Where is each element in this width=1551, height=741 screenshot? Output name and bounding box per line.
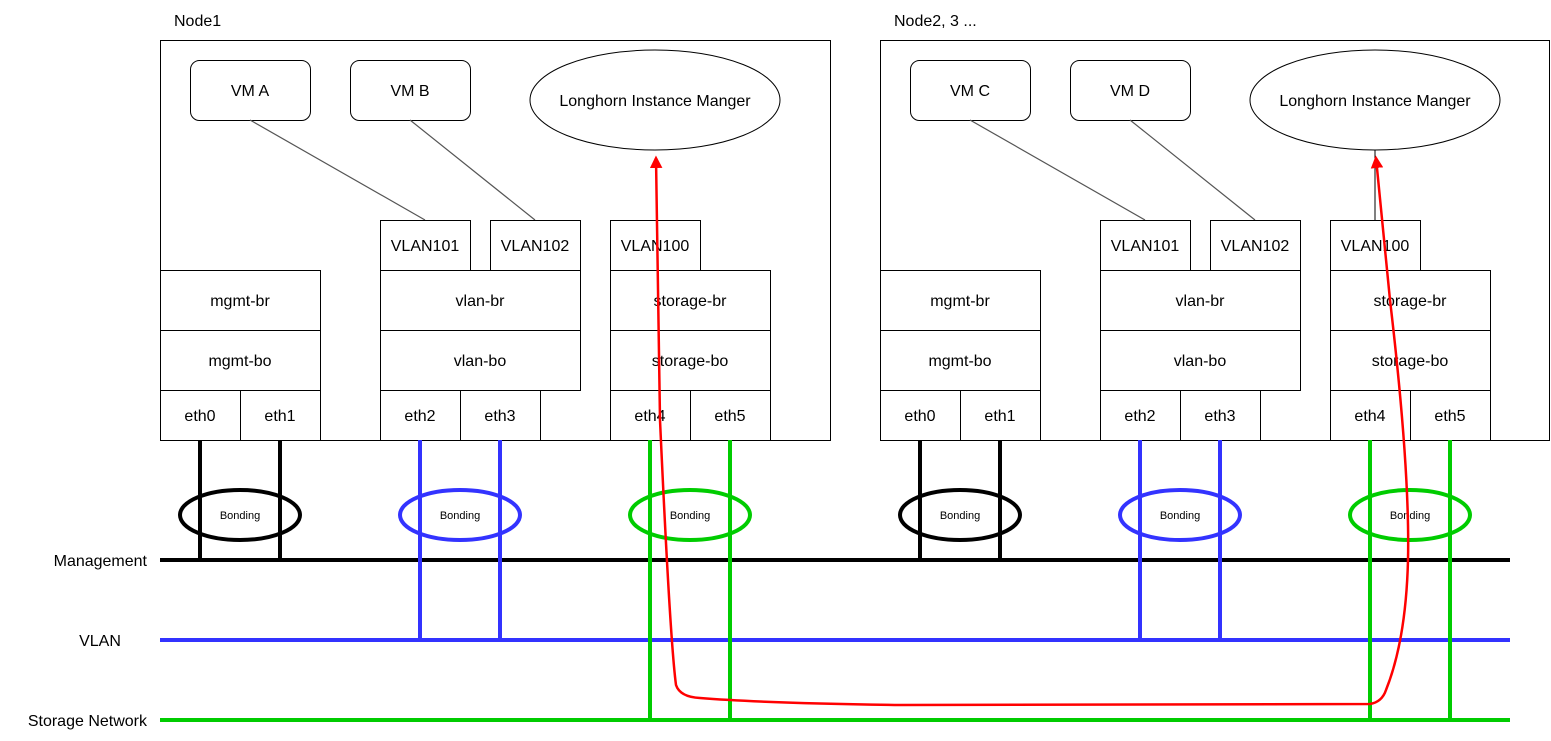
nic-label: eth1	[264, 408, 295, 425]
nic-label: eth1	[984, 408, 1015, 425]
bond-label: storage-bo	[1372, 353, 1449, 370]
bridge-label: mgmt-br	[930, 293, 990, 310]
instance-manager-label: Longhorn Instance Manger	[1279, 93, 1471, 110]
vm-label: VM C	[950, 83, 990, 100]
bonding-label: Bonding	[220, 510, 260, 522]
nic-label: eth0	[184, 408, 215, 425]
vlan-iface-label: VLAN102	[501, 238, 570, 255]
vm-label: VM A	[231, 83, 270, 100]
nic-label: eth2	[404, 408, 435, 425]
bridge-label: vlan-br	[456, 293, 506, 310]
bonding-label: Bonding	[1160, 510, 1200, 522]
nic-label: eth2	[1124, 408, 1155, 425]
bridge-label: storage-br	[1374, 293, 1448, 310]
bond-label: vlan-bo	[454, 353, 507, 370]
storage-bus-label: Storage Network	[28, 713, 148, 730]
vlan-iface-label: VLAN100	[621, 238, 690, 255]
bond-label: vlan-bo	[1174, 353, 1227, 370]
vlan-bus-label: VLAN	[79, 633, 121, 650]
nic-label: eth3	[1204, 408, 1235, 425]
node-label: Node1	[174, 13, 221, 30]
vlan-iface-label: VLAN102	[1221, 238, 1290, 255]
management-bus-label: Management	[54, 553, 148, 570]
bridge-label: vlan-br	[1176, 293, 1226, 310]
bonding-label: Bonding	[440, 510, 480, 522]
bond-label: mgmt-bo	[928, 353, 991, 370]
bonding-label: Bonding	[1390, 510, 1430, 522]
vm-label: VM B	[390, 83, 429, 100]
node-label: Node2, 3 ...	[894, 13, 977, 30]
nic-label: eth5	[1434, 408, 1465, 425]
vlan-iface-label: VLAN101	[1111, 238, 1180, 255]
bonding-label: Bonding	[940, 510, 980, 522]
bridge-label: mgmt-br	[210, 293, 270, 310]
node-1: Node1 VM A VM B Longhorn Instance Manger…	[160, 13, 831, 720]
network-diagram: Management VLAN Storage Network Node1 VM…	[28, 13, 1550, 730]
vm-label: VM D	[1110, 83, 1150, 100]
nic-label: eth3	[484, 408, 515, 425]
node-2: Node2, 3 ... VM C VM D Longhorn Instance…	[880, 13, 1550, 720]
nic-label: eth5	[714, 408, 745, 425]
bond-label: storage-bo	[652, 353, 729, 370]
vlan-iface-label: VLAN100	[1341, 238, 1410, 255]
nic-label: eth4	[1354, 408, 1385, 425]
bridge-label: storage-br	[654, 293, 728, 310]
vlan-iface-label: VLAN101	[391, 238, 460, 255]
instance-manager-label: Longhorn Instance Manger	[559, 93, 751, 110]
bond-label: mgmt-bo	[208, 353, 271, 370]
nic-label: eth0	[904, 408, 935, 425]
bonding-label: Bonding	[670, 510, 710, 522]
